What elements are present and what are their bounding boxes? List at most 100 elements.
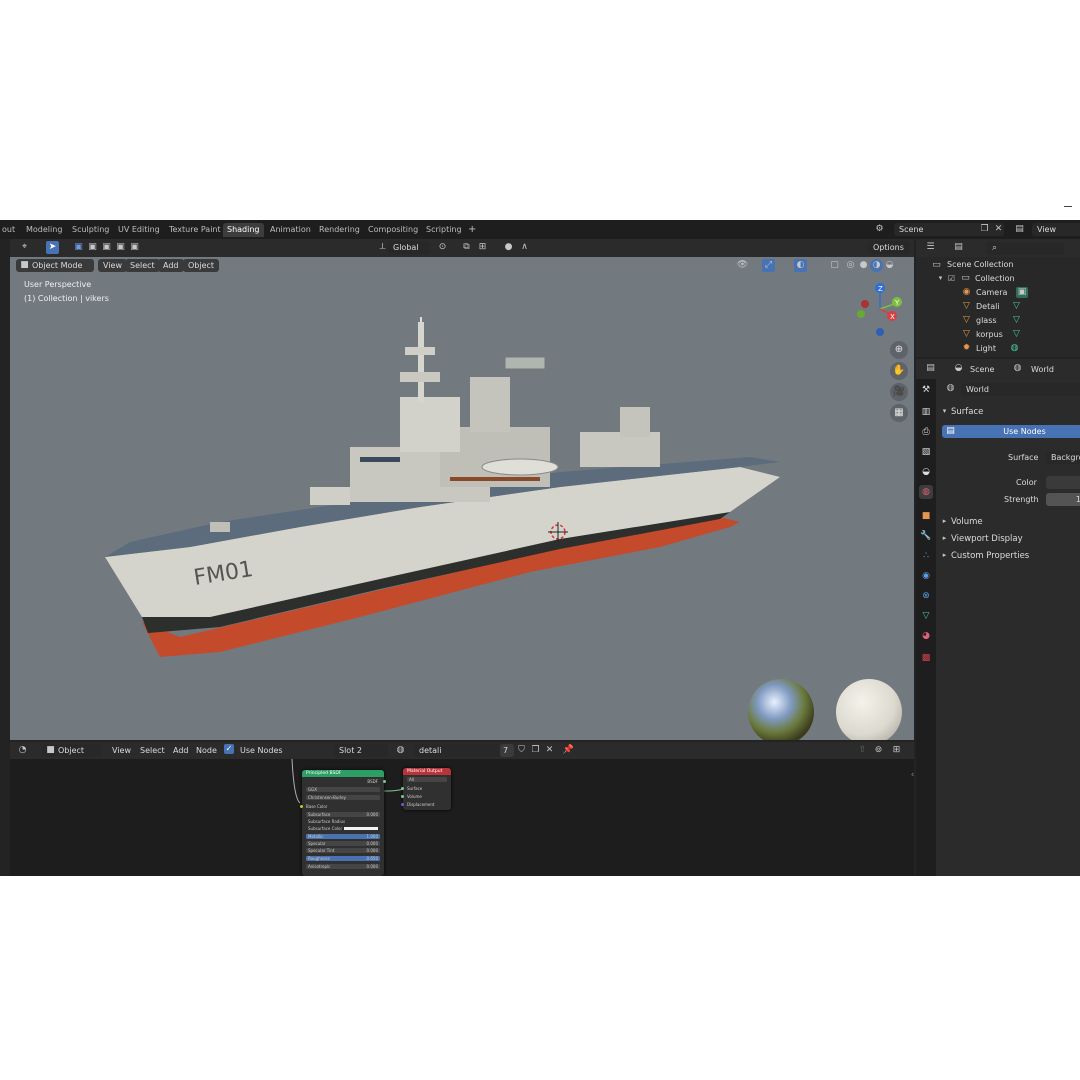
bsdf-node-header[interactable]: Principled BSDF — [302, 770, 384, 777]
node-menu-node[interactable]: Node — [196, 746, 217, 755]
tab-animation[interactable]: Animation — [266, 223, 315, 237]
snap-target-icon[interactable]: ⊞ — [476, 241, 489, 254]
material-output-node[interactable]: Material Output All Surface Volume Displ… — [401, 768, 451, 810]
material-tab-icon[interactable]: ◕ — [919, 629, 933, 643]
outliner-item-camera[interactable]: Camera — [976, 286, 1007, 300]
overlay-toggle-icon[interactable]: ◐ — [794, 259, 807, 272]
mesh-data-icon[interactable]: ▽ — [1010, 328, 1023, 341]
subsurface-radius-field[interactable]: Subsurface Radius — [306, 819, 380, 824]
light-data-icon[interactable]: ◍ — [1008, 342, 1021, 355]
data-tab-icon[interactable]: ▽ — [919, 609, 933, 623]
tab-modeling[interactable]: Modeling — [22, 223, 66, 237]
output-node-header[interactable]: Material Output — [403, 768, 451, 775]
scene-icon[interactable]: ⚙ — [873, 223, 886, 236]
outliner-item-light[interactable]: Light — [976, 342, 996, 356]
camera-view-icon[interactable]: 🎥 — [890, 383, 908, 401]
duplicate-material-icon[interactable]: ❐ — [529, 744, 542, 757]
node-menu-add[interactable]: Add — [173, 746, 189, 755]
subsurface-method-dropdown[interactable]: Christensen-Burley — [306, 795, 380, 800]
specular-field[interactable]: Specular 0.000 — [306, 841, 380, 846]
output-target-dropdown[interactable]: All — [407, 777, 447, 782]
tab-scripting[interactable]: Scripting — [422, 223, 466, 237]
custom-properties-panel-header[interactable]: Custom Properties — [951, 551, 1029, 561]
distribution-dropdown[interactable]: GGX — [306, 787, 380, 792]
select-box-intersect-icon[interactable]: ▣ — [128, 241, 141, 254]
select-tool-icon[interactable]: ➤ — [46, 241, 59, 254]
solid-shading-icon[interactable]: ● — [857, 259, 870, 272]
ship-model[interactable]: FM01 — [100, 317, 800, 657]
editor-type-icon[interactable]: ⌖ — [18, 241, 31, 254]
mesh-data-icon[interactable]: ▽ — [1010, 314, 1023, 327]
surface-shader-dropdown[interactable]: Backgro — [1046, 451, 1080, 464]
tab-rendering[interactable]: Rendering — [315, 223, 364, 237]
modifier-tab-icon[interactable]: 🔧 — [919, 529, 933, 543]
tab-shading[interactable]: Shading — [223, 223, 264, 237]
subsurface-color-field[interactable]: Subsurface Color — [306, 826, 380, 831]
options-dropdown[interactable]: Options — [868, 241, 910, 254]
use-nodes-checkbox[interactable]: ✓ — [224, 744, 234, 754]
collection-checkbox-icon[interactable]: ☑ — [945, 272, 958, 285]
strength-field[interactable]: 1 — [1046, 493, 1080, 506]
render-tab-icon[interactable]: ▥ — [919, 405, 933, 419]
fake-user-icon[interactable]: ⛉ — [515, 744, 528, 757]
transform-orientation-dropdown[interactable]: Global — [388, 241, 430, 254]
object-tab-icon[interactable]: ■ — [919, 509, 933, 523]
menu-add[interactable]: Add — [158, 259, 184, 272]
material-name-field[interactable]: detali — [414, 744, 500, 757]
viewport-display-panel-header[interactable]: Viewport Display — [951, 534, 1023, 544]
use-nodes-button[interactable]: Use Nodes — [942, 425, 1080, 438]
specular-tint-field[interactable]: Specular Tint 0.000 — [306, 848, 380, 853]
select-box-subtract-icon[interactable]: ▣ — [100, 241, 113, 254]
3d-viewport[interactable]: Object Mode ■ View Select Add Object 👁 ⤢… — [10, 257, 914, 740]
snap-node-icon[interactable]: ⊚ — [872, 744, 885, 757]
anisotropic-field[interactable]: Anisotropic 0.000 — [306, 864, 380, 869]
node-editor[interactable]: Principled BSDF BSDF GGX Christensen-Bur… — [10, 759, 914, 876]
node-menu-view[interactable]: View — [112, 746, 131, 755]
outliner-type-icon[interactable]: ☰ — [924, 241, 937, 254]
world-name-field[interactable]: World — [961, 383, 1080, 396]
menu-object[interactable]: Object — [183, 259, 220, 272]
constraints-tab-icon[interactable]: ⊗ — [919, 589, 933, 603]
delete-scene-icon[interactable]: ✕ — [992, 223, 1005, 236]
visibility-icon[interactable]: 👁 — [736, 259, 749, 272]
overlay-node-icon[interactable]: ⊞ — [890, 744, 903, 757]
pin-icon[interactable]: 📌 — [562, 744, 575, 757]
outliner-item-detali[interactable]: Detali — [976, 300, 1000, 314]
pivot-icon[interactable]: ⊙ — [436, 241, 449, 254]
principled-bsdf-node[interactable]: Principled BSDF BSDF GGX Christensen-Bur… — [300, 770, 386, 876]
add-workspace-button[interactable]: + — [464, 223, 480, 237]
scene-collection-label[interactable]: Scene Collection — [947, 258, 1014, 272]
surface-panel-header[interactable]: Surface — [951, 407, 983, 417]
new-scene-icon[interactable]: ❐ — [978, 223, 991, 236]
navigation-gizmo[interactable]: Z Y X — [850, 282, 910, 337]
unlink-material-icon[interactable]: ✕ — [543, 744, 556, 757]
parent-node-tree-icon[interactable]: ⇧ — [856, 744, 869, 757]
scene-tab-icon[interactable]: ◒ — [919, 465, 933, 479]
surface-panel-arrow-icon[interactable]: ▾ — [938, 405, 951, 418]
zoom-icon[interactable]: ⊕ — [890, 341, 908, 359]
tab-layout[interactable]: out — [0, 223, 19, 237]
tool-tab-icon[interactable]: ⚒ — [919, 383, 933, 397]
context-scene-label[interactable]: Scene — [970, 365, 994, 374]
select-box-invert-icon[interactable]: ▣ — [114, 241, 127, 254]
material-users-count[interactable]: 7 — [500, 744, 514, 757]
shader-editor-type-icon[interactable]: ◔ — [16, 744, 29, 757]
texture-tab-icon[interactable]: ▩ — [919, 651, 933, 665]
select-box-new-icon[interactable]: ▣ — [72, 241, 85, 254]
bsdf-output-socket[interactable] — [383, 780, 386, 783]
subsurface-field[interactable]: Subsurface 0.000 — [306, 812, 380, 817]
material-shading-icon[interactable]: ◑ — [870, 259, 883, 272]
proportional-edit-icon[interactable]: ● — [502, 241, 515, 254]
select-box-extend-icon[interactable]: ▣ — [86, 241, 99, 254]
falloff-icon[interactable]: ∧ — [518, 241, 531, 254]
physics-tab-icon[interactable]: ◉ — [919, 569, 933, 583]
metallic-field[interactable]: Metallic 1.000 — [306, 834, 380, 839]
menu-view[interactable]: View — [98, 259, 127, 272]
roughness-field[interactable]: Roughness 0.650 — [306, 856, 380, 861]
collection-label[interactable]: Collection — [975, 272, 1015, 286]
rendered-shading-icon[interactable]: ◒ — [883, 259, 896, 272]
snap-icon[interactable]: ⧉ — [460, 241, 473, 254]
wireframe-shading-icon[interactable]: ◎ — [844, 259, 857, 272]
volume-panel-header[interactable]: Volume — [951, 517, 983, 527]
pan-hand-icon[interactable]: ✋ — [890, 362, 908, 380]
